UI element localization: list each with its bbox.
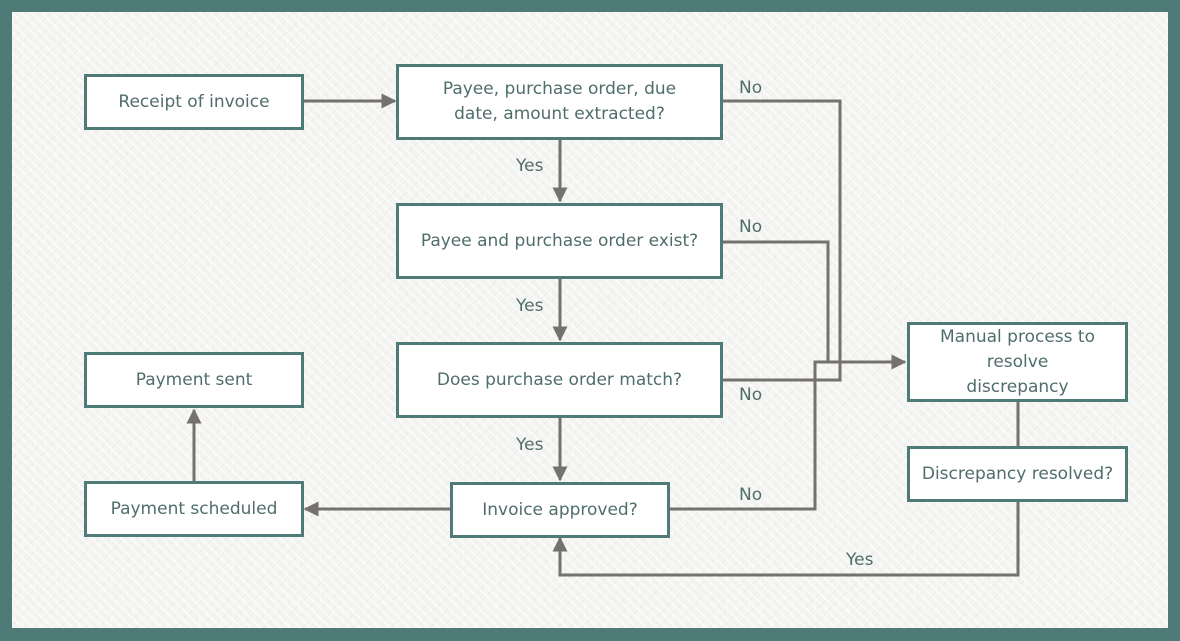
- node-discrepancy-resolved: Discrepancy resolved?: [907, 446, 1128, 502]
- label-exist-yes: Yes: [516, 296, 544, 316]
- label-approved-no: No: [739, 485, 763, 505]
- node-payment-scheduled: Payment scheduled: [84, 481, 304, 537]
- node-manual-process: Manual process to resolve discrepancy: [907, 322, 1128, 402]
- label-extracted-no: No: [739, 78, 763, 98]
- node-receipt-of-invoice: Receipt of invoice: [84, 74, 304, 130]
- node-invoice-approved: Invoice approved?: [450, 482, 670, 538]
- node-po-match: Does purchase order match?: [396, 342, 723, 418]
- label-match-yes: Yes: [516, 435, 544, 455]
- node-data-extracted: Payee, purchase order, due date, amount …: [396, 64, 723, 140]
- label-extracted-yes: Yes: [516, 156, 544, 176]
- node-payment-sent: Payment sent: [84, 352, 304, 408]
- label-resolved-yes: Yes: [846, 550, 874, 570]
- label-exist-no: No: [739, 217, 763, 237]
- label-match-no: No: [739, 385, 763, 405]
- node-payee-po-exist: Payee and purchase order exist?: [396, 203, 723, 279]
